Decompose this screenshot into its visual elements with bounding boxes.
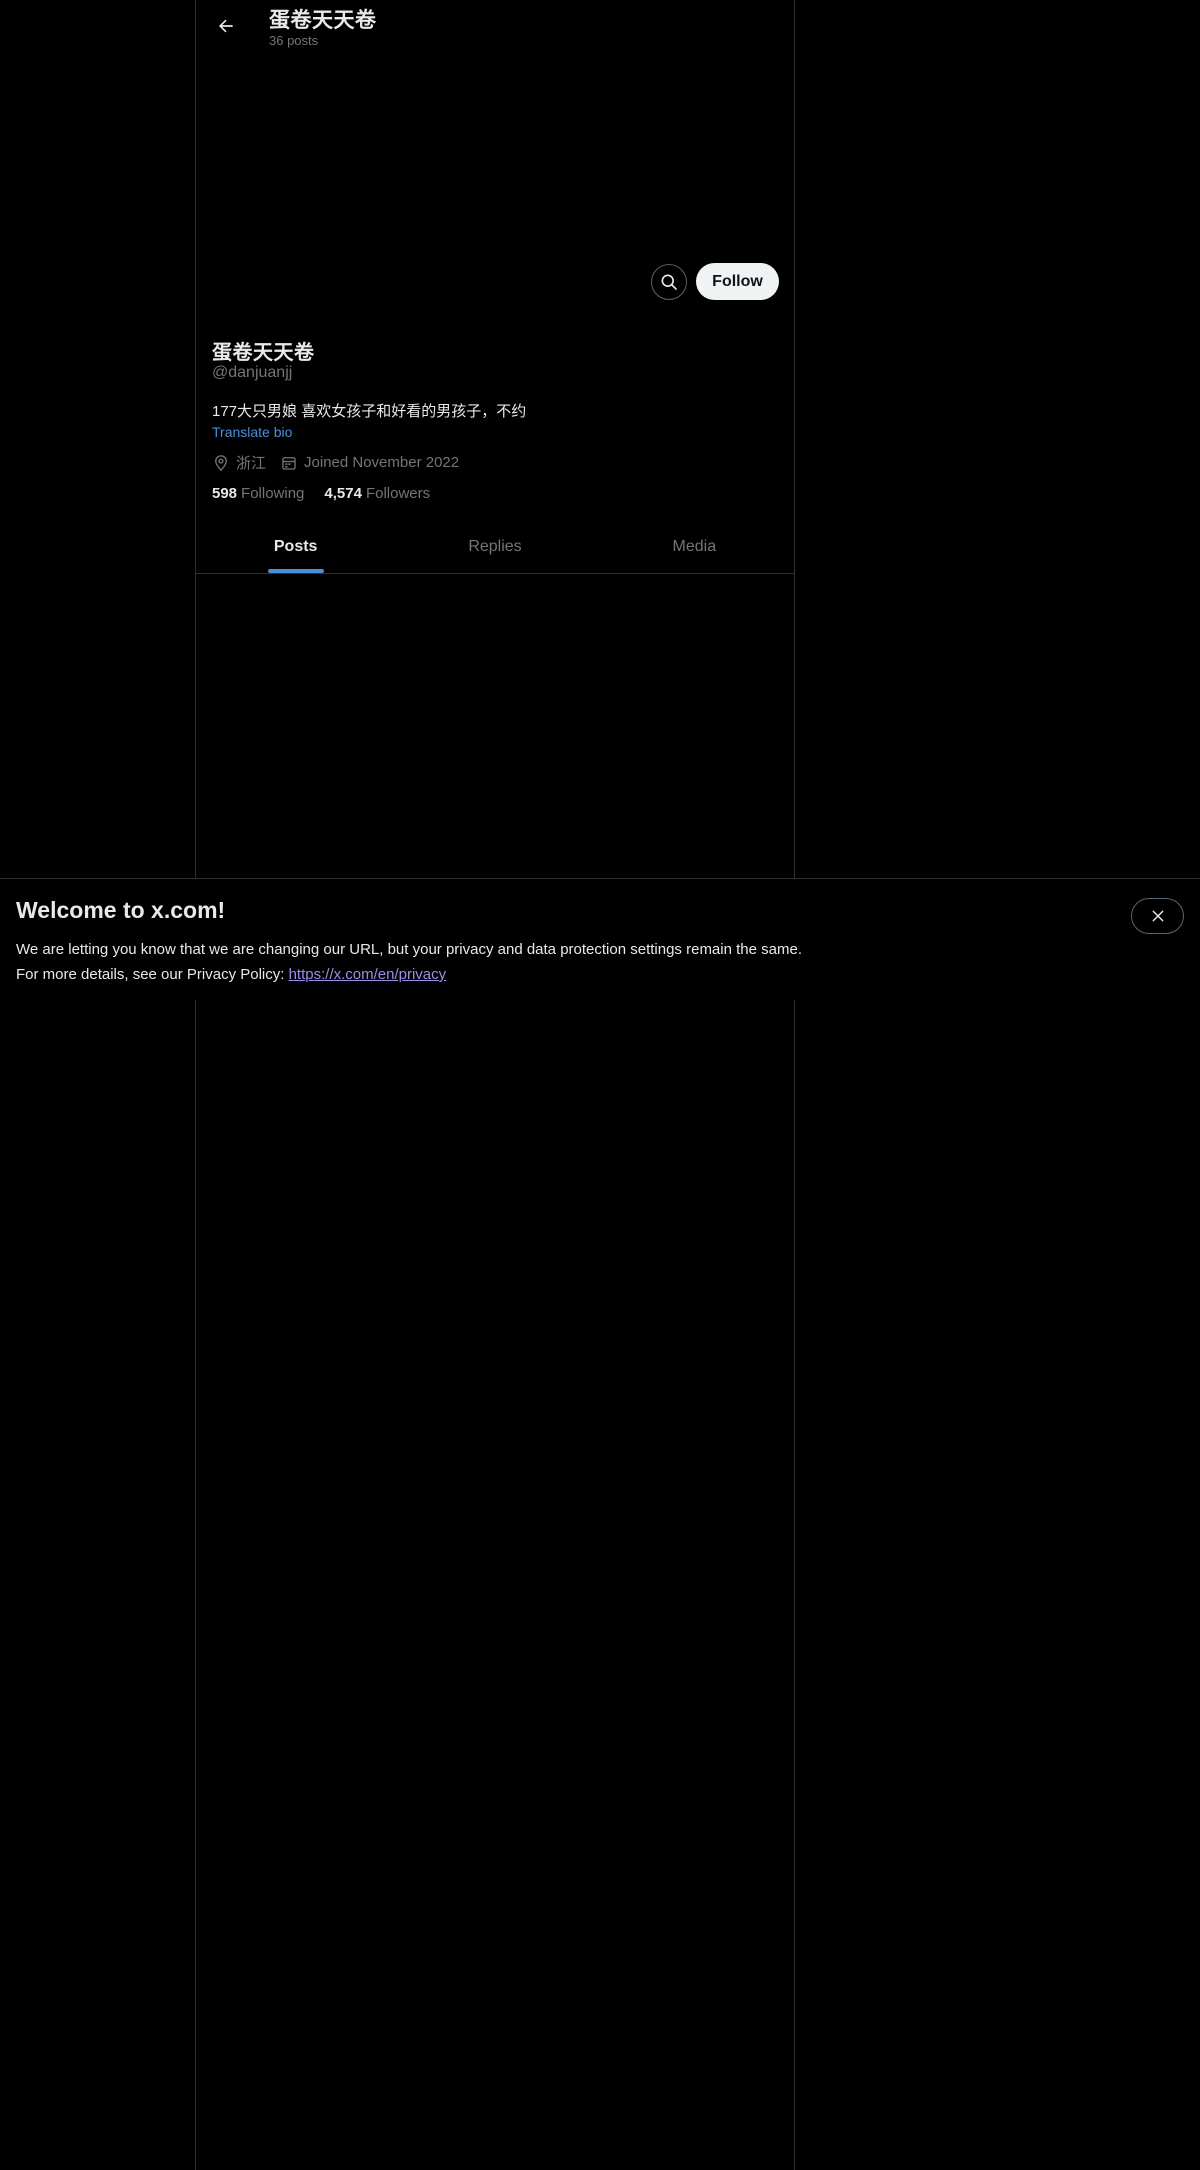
- follow-button[interactable]: Follow: [696, 263, 779, 300]
- tab-media[interactable]: Media: [595, 520, 794, 573]
- follow-stats: 598 Following 4,574 Followers: [212, 485, 450, 502]
- close-banner-button[interactable]: [1131, 898, 1184, 934]
- tab-label: Posts: [273, 537, 318, 555]
- welcome-banner: Welcome to x.com! We are letting you kno…: [0, 878, 1200, 1000]
- followers-count: 4,574: [324, 485, 362, 502]
- profile-bio: 177大只男娘 喜欢女孩子和好看的男孩子，不约: [212, 403, 527, 420]
- display-name: 蛋卷天天卷: [212, 342, 315, 364]
- header-title: 蛋卷天天卷: [269, 9, 377, 32]
- post-count: 36 posts: [269, 33, 319, 48]
- back-arrow-icon: [219, 19, 233, 33]
- joined-text: Joined November 2022: [304, 454, 460, 471]
- profile-meta: 浙江 Joined November 2022: [212, 452, 473, 473]
- banner-text: We are letting you know that we are chan…: [16, 937, 802, 987]
- location-pin-icon: [215, 454, 227, 471]
- tab-label: Media: [672, 537, 717, 555]
- close-icon: [1152, 910, 1163, 922]
- tab-replies[interactable]: Replies: [395, 520, 594, 573]
- back-button[interactable]: [210, 10, 242, 42]
- followers-stat[interactable]: 4,574 Followers: [324, 485, 430, 502]
- calendar-icon: [282, 456, 296, 470]
- following-count: 598: [212, 485, 238, 502]
- tab-label: Replies: [468, 537, 522, 555]
- tab-posts[interactable]: Posts: [196, 520, 395, 573]
- translate-bio-link[interactable]: Translate bio: [212, 424, 292, 440]
- location-item: 浙江: [212, 452, 266, 473]
- joined-item: Joined November 2022: [280, 454, 459, 472]
- banner-line-2-prefix: For more details, see our Privacy Policy…: [16, 966, 289, 983]
- privacy-policy-link[interactable]: https://x.com/en/privacy: [289, 966, 447, 983]
- profile-column: 蛋卷天天卷 36 posts Follow 蛋卷天天卷 @danjuanjj 1…: [195, 0, 795, 2170]
- search-profile-button[interactable]: [651, 264, 687, 300]
- search-icon: [661, 274, 677, 290]
- banner-line-2: For more details, see our Privacy Policy…: [16, 962, 802, 987]
- profile-tabs: Posts Replies Media: [196, 520, 794, 574]
- following-stat[interactable]: 598 Following: [212, 485, 304, 502]
- banner-title: Welcome to x.com!: [16, 897, 226, 923]
- user-handle: @danjuanjj: [212, 364, 293, 381]
- following-label: Following: [241, 485, 305, 502]
- followers-label: Followers: [365, 485, 431, 502]
- banner-line-1: We are letting you know that we are chan…: [16, 941, 802, 958]
- profile-header: 蛋卷天天卷 36 posts: [196, 0, 794, 56]
- active-tab-indicator: [267, 569, 324, 573]
- location-text: 浙江: [236, 455, 267, 472]
